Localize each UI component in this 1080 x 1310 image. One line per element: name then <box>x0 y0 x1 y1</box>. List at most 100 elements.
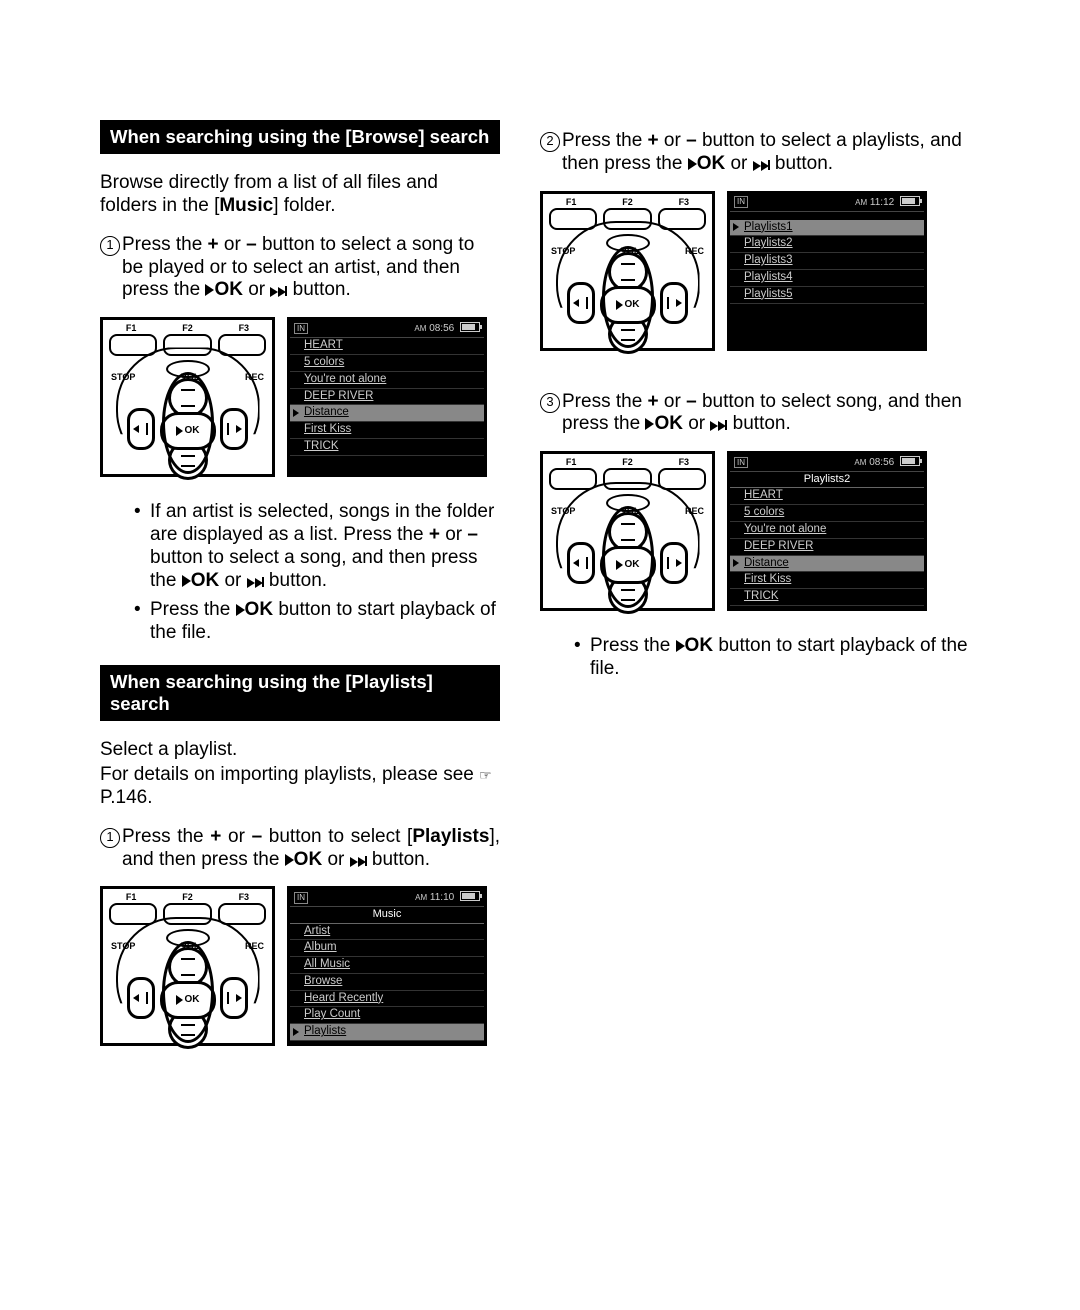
list-item-selected[interactable]: Playlists <box>290 1024 484 1041</box>
list-item[interactable]: First Kiss <box>730 572 924 589</box>
prev-button[interactable] <box>127 977 155 1019</box>
list-item[interactable]: DEEP RIVER <box>290 389 484 406</box>
list-item-selected[interactable]: Playlists1 <box>730 220 924 237</box>
list-item[interactable]: Browse <box>290 974 484 991</box>
minus: – <box>686 391 697 412</box>
device-diagram: F1F2F3 STOPVOLREC OK <box>540 451 715 611</box>
play-icon <box>285 854 294 866</box>
list-item[interactable]: You're not alone <box>730 522 924 539</box>
f3-label: F3 <box>656 197 712 208</box>
ok-bold: OK <box>685 635 714 656</box>
step-body: Press the + or – button to select [Playl… <box>122 826 500 873</box>
list-item[interactable]: TRICK <box>290 439 484 456</box>
text: or <box>659 130 686 151</box>
list-item[interactable]: Playlists2 <box>730 236 924 253</box>
list-item[interactable]: You're not alone <box>290 372 484 389</box>
menu-list: Artist Album All Music Browse Heard Rece… <box>290 924 484 1044</box>
list-item[interactable]: 5 colors <box>290 355 484 372</box>
list-item[interactable]: HEART <box>730 488 924 505</box>
ok-bold: OK <box>245 599 274 620</box>
prev-button[interactable] <box>567 282 595 324</box>
list-item[interactable]: TRICK <box>730 589 924 606</box>
text: button. <box>367 849 430 870</box>
list-item[interactable]: HEART <box>290 338 484 355</box>
plus: + <box>648 130 659 151</box>
browse-bullets: If an artist is selected, songs in the f… <box>134 501 500 645</box>
list-item[interactable]: All Music <box>290 957 484 974</box>
list-item-selected[interactable]: Distance <box>730 556 924 573</box>
playlists-bold: Playlists <box>412 826 489 847</box>
text: or <box>440 524 467 545</box>
ok-button[interactable]: OK <box>160 981 216 1019</box>
f1-label: F1 <box>103 892 159 903</box>
list-item[interactable]: Artist <box>290 924 484 941</box>
playlists-step-1: 1 Press the + or – button to select [Pla… <box>100 826 500 873</box>
step-1: 1 Press the + or – button to select a so… <box>100 234 500 303</box>
next-button[interactable] <box>660 282 688 324</box>
figure-playlists-list: F1F2F3 STOPVOLREC OK INAM 11:12 Playlist… <box>540 191 980 351</box>
ok-label: OK <box>185 425 200 437</box>
text: button. <box>287 279 350 300</box>
screen-playlist-songs: INAM 08:56 Playlists2 HEART 5 colors You… <box>727 451 927 611</box>
ok-button[interactable]: OK <box>600 546 656 584</box>
text: Press the <box>590 635 676 656</box>
ok-bold: OK <box>294 849 323 870</box>
minus: – <box>467 524 478 545</box>
prev-button[interactable] <box>127 408 155 450</box>
ok-button[interactable]: OK <box>160 412 216 450</box>
manual-page: When searching using the [Browse] search… <box>0 0 1080 1310</box>
right-bullets: Press the OK button to start playback of… <box>574 635 980 681</box>
text: button. <box>727 413 790 434</box>
plus: + <box>648 391 659 412</box>
plus: + <box>429 524 440 545</box>
time: 08:56 <box>429 323 454 334</box>
list-item-selected[interactable]: Distance <box>290 405 484 422</box>
next-button[interactable] <box>220 408 248 450</box>
play-icon <box>688 158 697 170</box>
ok-button[interactable]: OK <box>600 286 656 324</box>
fast-forward-icon <box>247 571 264 594</box>
list-item[interactable]: 5 colors <box>730 505 924 522</box>
text: Press the <box>150 599 236 620</box>
text: For details on importing playlists, plea… <box>100 764 479 785</box>
list-item[interactable]: Playlists4 <box>730 270 924 287</box>
list-item[interactable]: Play Count <box>290 1007 484 1024</box>
step-body: Press the + or – button to select song, … <box>562 391 980 438</box>
ok-bold: OK <box>191 570 220 591</box>
play-icon <box>676 640 685 652</box>
f1-label: F1 <box>543 197 599 208</box>
step-number-1: 1 <box>100 234 122 303</box>
text: or <box>725 153 752 174</box>
list-item[interactable]: Playlists5 <box>730 287 924 304</box>
minus: – <box>246 234 257 255</box>
f1-label: F1 <box>103 323 159 334</box>
list-item[interactable]: Album <box>290 940 484 957</box>
play-icon <box>236 604 245 616</box>
step-2: 2 Press the + or – button to select a pl… <box>540 130 980 177</box>
fast-forward-icon <box>753 154 770 177</box>
in-badge: IN <box>734 196 748 208</box>
battery-icon <box>900 196 920 206</box>
list-item[interactable]: Playlists3 <box>730 253 924 270</box>
play-icon <box>176 426 183 436</box>
columns: When searching using the [Browse] search… <box>100 120 980 1070</box>
next-button[interactable] <box>220 977 248 1019</box>
step-number-2: 2 <box>540 130 562 177</box>
list-item[interactable]: DEEP RIVER <box>730 539 924 556</box>
music-bold: Music <box>219 195 273 216</box>
ok-label: OK <box>185 994 200 1006</box>
list-item[interactable]: Heard Recently <box>290 991 484 1008</box>
next-button[interactable] <box>660 542 688 584</box>
ok-label: OK <box>625 559 640 571</box>
ok-bold: OK <box>654 413 683 434</box>
prev-button[interactable] <box>567 542 595 584</box>
text: or <box>243 279 270 300</box>
play-icon <box>182 575 191 587</box>
list-item[interactable]: First Kiss <box>290 422 484 439</box>
battery-icon <box>460 322 480 332</box>
ok-label: OK <box>625 299 640 311</box>
step-3: 3 Press the + or – button to select song… <box>540 391 980 438</box>
bullet: Press the OK button to start playback of… <box>574 635 980 681</box>
plus: + <box>210 826 221 847</box>
clock: AM 11:12 <box>855 196 920 209</box>
